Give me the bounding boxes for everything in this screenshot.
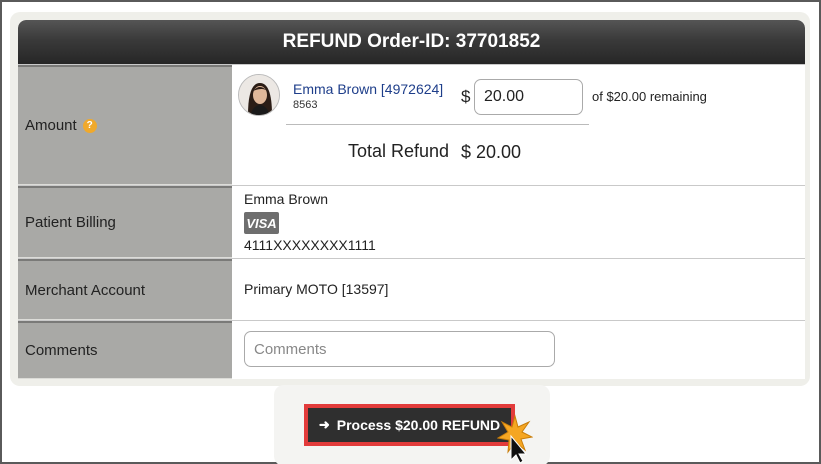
page-title: REFUND Order-ID: 37701852 (18, 20, 805, 64)
visa-card-icon: VISA (244, 212, 279, 234)
currency-symbol: $ (461, 87, 471, 106)
comments-input[interactable] (244, 331, 555, 367)
billing-value-cell: Emma Brown VISA 4111XXXXXXXX1111 (232, 186, 805, 258)
billing-name: Emma Brown (244, 191, 329, 207)
billing-label: Patient Billing (25, 214, 116, 231)
remaining-text: of $20.00 remaining (592, 89, 707, 104)
merchant-row: Merchant Account Primary MOTO [13597] (18, 258, 805, 320)
avatar (238, 74, 280, 116)
total-refund-value: $ 20.00 (461, 142, 522, 162)
comments-row: Comments (18, 320, 805, 379)
process-refund-label: Process $20.00 REFUND (336, 417, 501, 433)
total-refund-label: Total Refund (348, 141, 450, 161)
patient-sub-id: 8563 (293, 99, 318, 111)
refund-amount-input[interactable] (474, 79, 583, 115)
billing-row: Patient Billing Emma Brown VISA 4111XXXX… (18, 185, 805, 258)
process-refund-button[interactable]: ➜ Process $20.00 REFUND (304, 404, 515, 446)
help-icon[interactable]: ? (82, 118, 97, 133)
comments-label-cell: Comments (18, 321, 232, 379)
comments-label: Comments (25, 342, 98, 359)
merchant-label: Merchant Account (25, 281, 146, 299)
click-cursor-icon (497, 414, 533, 464)
divider (286, 124, 589, 125)
merchant-label-cell: Merchant Account (18, 259, 232, 320)
patient-link[interactable]: Emma Brown [4972624] (293, 81, 443, 97)
merchant-account-value: Primary MOTO [13597] (244, 281, 389, 297)
amount-label-cell: Amount ? (18, 65, 232, 185)
merchant-value-cell: Primary MOTO [13597] (232, 259, 805, 320)
billing-label-cell: Patient Billing (18, 186, 232, 258)
comments-value-cell (232, 321, 805, 379)
sign-in-icon: ➜ (318, 417, 330, 432)
amount-value-cell: Emma Brown [4972624] 8563 $ of $20.00 re… (232, 65, 805, 185)
amount-row: Amount ? Emma Brown [4972624] 8563 $ of … (18, 64, 805, 185)
amount-label: Amount (25, 117, 77, 134)
card-number: 4111XXXXXXXX1111 (244, 237, 376, 253)
refund-card: REFUND Order-ID: 37701852 Amount ? Emma … (18, 20, 805, 379)
